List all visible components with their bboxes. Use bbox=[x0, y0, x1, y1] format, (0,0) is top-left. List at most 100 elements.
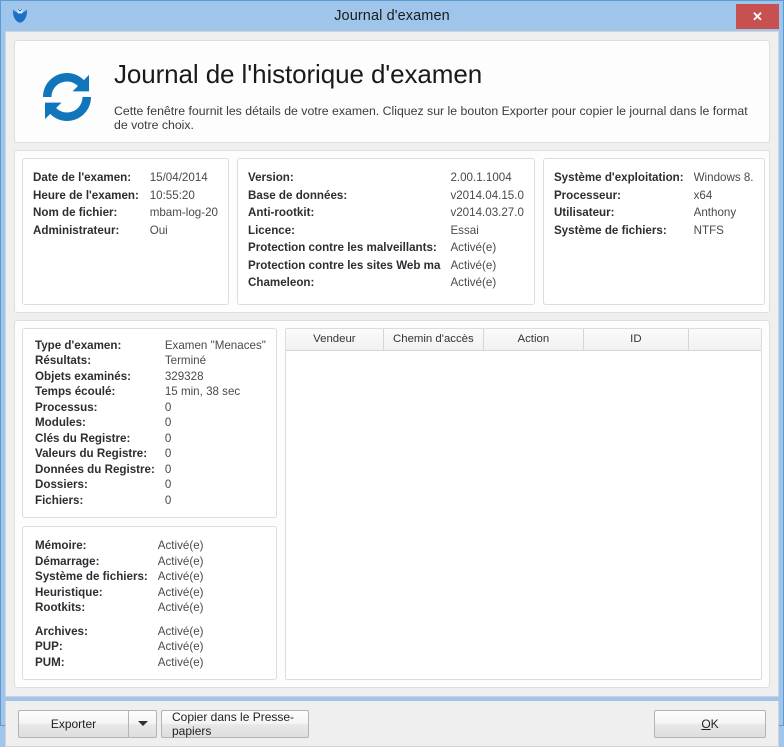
scan-options-table: Mémoire: Activé(e) Démarrage: Activé(e) … bbox=[35, 539, 266, 671]
field-value: Activé(e) bbox=[157, 655, 204, 669]
field-label: Base de données: bbox=[248, 188, 348, 202]
field-label: Anti-rootkit: bbox=[248, 206, 315, 219]
client-area: Journal de l'historique d'examen Cette f… bbox=[5, 31, 779, 697]
field-label: Version: bbox=[248, 171, 294, 184]
field-label: Mémoire: bbox=[35, 539, 87, 552]
field-value: Anthony bbox=[693, 206, 737, 219]
journal-window: Journal d'examen ✕ Journal de l'historiq… bbox=[0, 0, 784, 747]
field-value: 0 bbox=[164, 416, 172, 429]
field-label: Heure de l'examen: bbox=[33, 188, 139, 202]
table-row: Nom de fichier: mbam-log-20 bbox=[33, 206, 218, 224]
results-table-header: Vendeur Chemin d'accès Action ID bbox=[285, 328, 761, 351]
field-value: 329328 bbox=[164, 369, 204, 383]
header-text-block: Journal de l'historique d'examen Cette f… bbox=[114, 51, 755, 132]
export-button[interactable]: Exporter bbox=[18, 709, 128, 738]
table-row: Mémoire: Activé(e) bbox=[35, 539, 266, 555]
field-label: Fichiers: bbox=[35, 493, 84, 507]
system-info-table: Système d'exploitation: Windows 8. Proce… bbox=[554, 171, 754, 241]
field-label: Résultats: bbox=[35, 354, 92, 367]
field-value: NTFS bbox=[693, 223, 724, 237]
scan-details-table: Type d'examen: Examen "Menaces" Résultat… bbox=[35, 339, 266, 510]
footer-bar: Exporter Copier dans le Presse-papiers O… bbox=[5, 701, 779, 747]
field-value: Windows 8. bbox=[693, 171, 754, 184]
column-header-vendeur[interactable]: Vendeur bbox=[285, 328, 384, 350]
field-value: x64 bbox=[693, 188, 713, 202]
field-label: Processeur: bbox=[553, 188, 621, 202]
close-button[interactable]: ✕ bbox=[736, 4, 779, 29]
field-value: Examen "Menaces" bbox=[164, 338, 266, 352]
column-header-action[interactable]: Action bbox=[483, 328, 584, 350]
field-label: Clés du Registre: bbox=[35, 431, 131, 445]
scan-info-card: Date de l'examen: 15/04/2014 Heure de l'… bbox=[22, 158, 229, 305]
field-label: Système d'exploitation: bbox=[553, 171, 684, 184]
field-label: Système de fichiers: bbox=[35, 570, 148, 583]
field-value: 2.00.1.1004 bbox=[450, 171, 512, 184]
table-row: Archives: Activé(e) bbox=[35, 625, 266, 641]
table-row: Valeurs du Registre: 0 bbox=[35, 447, 266, 463]
page-title: Journal de l'historique d'examen bbox=[114, 59, 483, 89]
field-label: Type d'examen: bbox=[35, 338, 122, 352]
table-row: Chameleon: Activé(e) bbox=[248, 276, 524, 294]
table-row: Fichiers: 0 bbox=[35, 494, 266, 510]
field-label: Chameleon: bbox=[248, 276, 315, 289]
product-info-table: Version: 2.00.1.1004 Base de données: v2… bbox=[248, 171, 524, 294]
field-label: Nom de fichier: bbox=[33, 206, 118, 219]
field-value: Activé(e) bbox=[157, 640, 204, 653]
field-label: Rootkits: bbox=[35, 601, 86, 614]
field-label: Administrateur: bbox=[33, 223, 120, 237]
results-table-body[interactable] bbox=[285, 350, 761, 679]
export-dropdown-button[interactable] bbox=[128, 709, 157, 738]
page-subtitle: Cette fenêtre fournit les détails de vot… bbox=[114, 104, 748, 132]
scan-info-table: Date de l'examen: 15/04/2014 Heure de l'… bbox=[33, 171, 218, 241]
table-row: Modules: 0 bbox=[35, 416, 266, 432]
field-value: v2014.03.27.0 bbox=[450, 206, 524, 219]
field-label: Archives: bbox=[35, 624, 88, 638]
field-value: Activé(e) bbox=[157, 585, 204, 599]
ok-button[interactable]: OK bbox=[654, 709, 766, 738]
title-bar: Journal d'examen ✕ bbox=[1, 1, 783, 31]
header-panel: Journal de l'historique d'examen Cette f… bbox=[14, 40, 770, 143]
close-icon: ✕ bbox=[752, 8, 763, 24]
table-row: Résultats: Terminé bbox=[35, 354, 266, 370]
field-label: Heuristique: bbox=[35, 585, 103, 599]
export-split-button: Exporter bbox=[18, 709, 157, 738]
field-value: Oui bbox=[149, 223, 168, 237]
table-row: Type d'examen: Examen "Menaces" bbox=[35, 339, 266, 355]
table-row: PUP: Activé(e) bbox=[35, 640, 266, 656]
table-row: Anti-rootkit: v2014.03.27.0 bbox=[248, 206, 524, 224]
window-title: Journal d'examen bbox=[334, 8, 450, 24]
table-row: Base de données: v2014.04.15.0 bbox=[248, 189, 524, 207]
table-row: Système de fichiers: Activé(e) bbox=[35, 570, 266, 586]
field-label: Licence: bbox=[248, 223, 296, 237]
field-label: Protection contre les sites Web ma bbox=[248, 258, 441, 272]
field-value: Activé(e) bbox=[157, 539, 204, 552]
table-row: Administrateur: Oui bbox=[33, 224, 218, 242]
field-value: v2014.04.15.0 bbox=[450, 188, 524, 202]
copy-to-clipboard-button[interactable]: Copier dans le Presse-papiers bbox=[161, 709, 309, 738]
group-separator bbox=[35, 617, 266, 625]
field-label: Valeurs du Registre: bbox=[35, 447, 148, 460]
field-value: 0 bbox=[164, 400, 172, 414]
field-value: 15/04/2014 bbox=[149, 171, 208, 184]
column-header-chemin[interactable]: Chemin d'accès bbox=[383, 328, 484, 350]
table-row: Version: 2.00.1.1004 bbox=[248, 171, 524, 189]
table-row: Processeur: x64 bbox=[554, 189, 754, 207]
malwarebytes-icon bbox=[10, 6, 30, 26]
table-row: Système de fichiers: NTFS bbox=[554, 224, 754, 242]
field-value: mbam-log-20 bbox=[149, 206, 218, 219]
results-table: Vendeur Chemin d'accès Action ID bbox=[284, 327, 762, 680]
field-value: 0 bbox=[164, 462, 172, 476]
field-label: Objets examinés: bbox=[35, 369, 132, 383]
field-value: Activé(e) bbox=[157, 554, 204, 568]
field-label: Système de fichiers: bbox=[553, 223, 667, 237]
field-label: Dossiers: bbox=[35, 478, 88, 491]
field-value: Activé(e) bbox=[157, 601, 204, 614]
field-label: Modules: bbox=[35, 416, 86, 429]
field-value: 0 bbox=[164, 431, 172, 445]
column-header-id[interactable]: ID bbox=[583, 328, 689, 350]
column-header-filler bbox=[688, 328, 761, 350]
chevron-down-icon bbox=[137, 721, 148, 726]
table-row: Système d'exploitation: Windows 8. bbox=[554, 171, 754, 189]
table-row: Rootkits: Activé(e) bbox=[35, 601, 266, 617]
field-value: Activé(e) bbox=[450, 276, 497, 289]
